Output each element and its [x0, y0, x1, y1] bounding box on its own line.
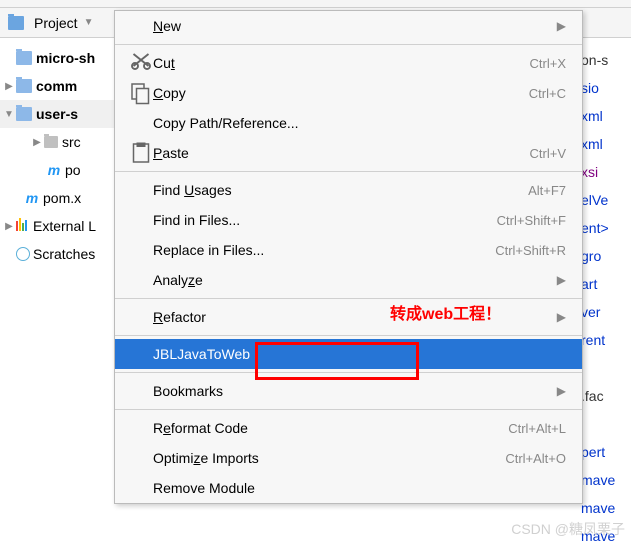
menu-label: Find in Files... [153, 212, 497, 228]
tree-label: comm [36, 78, 77, 94]
menu-label: Find Usages [153, 182, 528, 198]
tree-label: user-s [36, 106, 78, 122]
menu-item[interactable]: Find in Files...Ctrl+Shift+F [115, 205, 582, 235]
menu-separator [115, 335, 582, 336]
tree-item-user[interactable]: ▼ user-s [0, 100, 114, 128]
menu-shortcut: Ctrl+Alt+O [505, 451, 566, 466]
folder-icon [16, 79, 32, 93]
menu-label: New [153, 18, 557, 34]
menu-label: Remove Module [153, 480, 566, 496]
menu-label: Optimize Imports [153, 450, 505, 466]
menu-item[interactable]: PasteCtrl+V [115, 138, 582, 168]
folder-icon [16, 51, 32, 65]
tree-label: External L [33, 218, 96, 234]
menu-separator [115, 298, 582, 299]
copy-icon [129, 81, 153, 105]
menu-shortcut: Alt+F7 [528, 183, 566, 198]
submenu-arrow-icon: ▶ [557, 310, 566, 324]
menu-label: Reformat Code [153, 420, 508, 436]
folder-icon [8, 16, 24, 30]
tree-item-src[interactable]: ▶ src [0, 128, 114, 156]
tree-label: micro-sh [36, 50, 95, 66]
tree-label: po [65, 162, 81, 178]
cut-icon [129, 51, 153, 75]
menu-shortcut: Ctrl+C [529, 86, 566, 101]
menu-label: Analyze [153, 272, 557, 288]
menu-label: Copy Path/Reference... [153, 115, 566, 131]
project-label[interactable]: Project [34, 15, 78, 31]
chevron-down-icon[interactable]: ▼ [84, 17, 94, 28]
menu-item[interactable]: CutCtrl+X [115, 48, 582, 78]
tree-label: pom.x [43, 190, 81, 206]
menu-shortcut: Ctrl+Shift+F [497, 213, 566, 228]
project-tree: micro-sh ▶ comm ▼ user-s ▶ src m po m po… [0, 38, 114, 545]
menu-shortcut: Ctrl+X [530, 56, 566, 71]
menu-separator [115, 409, 582, 410]
menu-item[interactable]: Remove Module [115, 473, 582, 503]
menu-shortcut: Ctrl+Alt+L [508, 421, 566, 436]
watermark: CSDN @糖凤栗子 [511, 519, 625, 539]
expand-arrow-icon[interactable]: ▶ [2, 81, 16, 92]
menu-item[interactable]: Analyze▶ [115, 265, 582, 295]
maven-icon: m [46, 162, 62, 178]
collapse-arrow-icon[interactable]: ▼ [2, 109, 16, 120]
menu-label: Paste [153, 145, 530, 161]
tree-item-po[interactable]: m po [0, 156, 114, 184]
paste-icon [129, 141, 153, 165]
menu-item[interactable]: Copy Path/Reference... [115, 108, 582, 138]
maven-icon: m [24, 190, 40, 206]
menu-item[interactable]: Reformat CodeCtrl+Alt+L [115, 413, 582, 443]
menu-item[interactable]: JBLJavaToWeb [115, 339, 582, 369]
folder-icon [16, 107, 32, 121]
menu-separator [115, 171, 582, 172]
menu-label: Bookmarks [153, 383, 557, 399]
tree-item-comm[interactable]: ▶ comm [0, 72, 114, 100]
menu-shortcut: Ctrl+Shift+R [495, 243, 566, 258]
menu-item[interactable]: Replace in Files...Ctrl+Shift+R [115, 235, 582, 265]
library-icon [16, 218, 30, 234]
expand-arrow-icon[interactable]: ▶ [30, 137, 44, 148]
expand-arrow-icon[interactable]: ▶ [2, 221, 16, 232]
tree-item-pomx[interactable]: m pom.x [0, 184, 114, 212]
context-menu: New▶CutCtrl+XCopyCtrl+CCopy Path/Referen… [114, 10, 583, 504]
scratches-icon [16, 247, 30, 261]
menu-label: Copy [153, 85, 529, 101]
tree-label: src [62, 134, 81, 150]
menu-label: Replace in Files... [153, 242, 495, 258]
tree-label: Scratches [33, 246, 95, 262]
menu-shortcut: Ctrl+V [530, 146, 566, 161]
submenu-arrow-icon: ▶ [557, 384, 566, 398]
annotation-text: 转成web工程！ [390, 300, 501, 324]
menu-item[interactable]: Refactor▶ [115, 302, 582, 332]
submenu-arrow-icon: ▶ [557, 273, 566, 287]
folder-icon [44, 136, 58, 148]
code-snippet: on-ssioxmlxmlxsielVeent>groartverrent .f… [581, 38, 631, 545]
menu-separator [115, 372, 582, 373]
menu-item[interactable]: Optimize ImportsCtrl+Alt+O [115, 443, 582, 473]
tree-item-micro[interactable]: micro-sh [0, 44, 114, 72]
menu-item[interactable]: CopyCtrl+C [115, 78, 582, 108]
tree-item-external[interactable]: ▶ External L [0, 212, 114, 240]
menu-item[interactable]: Find UsagesAlt+F7 [115, 175, 582, 205]
menu-label: JBLJavaToWeb [153, 346, 566, 362]
menu-item[interactable]: Bookmarks▶ [115, 376, 582, 406]
menu-separator [115, 44, 582, 45]
submenu-arrow-icon: ▶ [557, 19, 566, 33]
menu-label: Cut [153, 55, 530, 71]
tree-item-scratches[interactable]: Scratches [0, 240, 114, 268]
menu-item[interactable]: New▶ [115, 11, 582, 41]
